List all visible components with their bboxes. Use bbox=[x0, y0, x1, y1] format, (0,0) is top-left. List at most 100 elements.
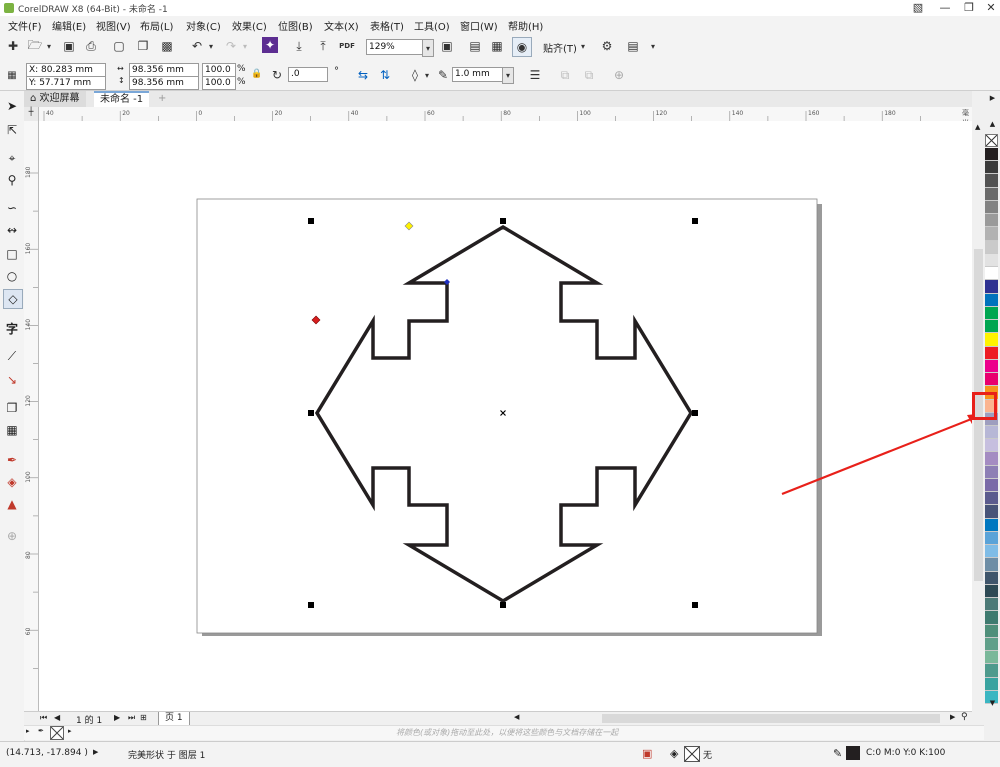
palette-swatch[interactable] bbox=[985, 531, 998, 546]
palette-swatch[interactable] bbox=[985, 558, 998, 572]
mirror-vertical-icon[interactable]: ⇅ bbox=[376, 66, 394, 84]
palette-swatch[interactable] bbox=[985, 200, 998, 215]
launcher-icon[interactable]: ▤ bbox=[624, 37, 642, 55]
selection-handle-top-left[interactable] bbox=[308, 218, 314, 224]
shape-tool-icon[interactable]: ⇱ bbox=[3, 121, 21, 139]
palette-swatch[interactable] bbox=[985, 478, 998, 493]
menu-tools[interactable]: 工具(O) bbox=[414, 18, 450, 33]
palette-swatch[interactable] bbox=[985, 187, 998, 201]
palette-swatch[interactable] bbox=[985, 161, 998, 175]
first-page-icon[interactable]: ⏮ bbox=[40, 713, 47, 723]
drawing-canvas[interactable] bbox=[39, 121, 972, 711]
palette-swatch[interactable] bbox=[985, 651, 998, 665]
export-icon[interactable]: ⤒ bbox=[314, 37, 332, 55]
selection-handle-bottom-right[interactable] bbox=[692, 602, 698, 608]
fill-bucket-icon[interactable]: ◈ bbox=[670, 747, 678, 760]
scale-width-field[interactable]: 100.0 bbox=[202, 63, 236, 77]
add-page-icon[interactable]: ⊞ bbox=[140, 713, 147, 722]
interactive-fill-tool-icon[interactable]: ◈ bbox=[3, 473, 21, 491]
artistic-media-tool-icon[interactable]: ↭ bbox=[3, 221, 21, 239]
fill-none-swatch[interactable] bbox=[684, 746, 700, 762]
snap-dropdown-icon[interactable]: ▾ bbox=[578, 37, 588, 55]
outline-width-field[interactable]: 1.0 mm bbox=[452, 67, 504, 82]
cut-icon[interactable]: ▢ bbox=[110, 37, 128, 55]
outline-color-swatch[interactable] bbox=[846, 746, 860, 760]
doc-palette-eyedropper-icon[interactable]: ✒ bbox=[38, 727, 44, 735]
palette-swatch[interactable] bbox=[985, 227, 998, 241]
selection-handle-top-right[interactable] bbox=[692, 218, 698, 224]
palette-swatch[interactable] bbox=[985, 253, 998, 268]
ruler-origin-icon[interactable]: ┼ bbox=[24, 107, 39, 122]
snap-to-button[interactable]: 贴齐(T) bbox=[543, 40, 577, 55]
add-property-icon[interactable]: ⊕ bbox=[610, 66, 628, 84]
selection-handle-top[interactable] bbox=[500, 218, 506, 224]
palette-swatch[interactable] bbox=[985, 518, 998, 532]
menu-text[interactable]: 文本(X) bbox=[324, 18, 359, 33]
print-icon[interactable]: ⎙ bbox=[82, 37, 100, 55]
vertical-ruler[interactable]: 180 160 140 120 100 80 60 bbox=[24, 121, 39, 711]
menu-table[interactable]: 表格(T) bbox=[370, 18, 404, 33]
selection-handle-right[interactable] bbox=[692, 410, 698, 416]
account-icon[interactable]: ▧ bbox=[905, 0, 931, 16]
menu-edit[interactable]: 编辑(E) bbox=[52, 18, 86, 33]
menu-effects[interactable]: 效果(C) bbox=[232, 18, 267, 33]
menu-object[interactable]: 对象(C) bbox=[186, 18, 221, 33]
smart-fill-tool-icon[interactable]: ▲ bbox=[3, 495, 21, 513]
palette-swatch[interactable] bbox=[985, 293, 998, 307]
menu-help[interactable]: 帮助(H) bbox=[508, 18, 543, 33]
rectangle-tool-icon[interactable]: □ bbox=[3, 245, 21, 263]
text-tool-icon[interactable]: 字 bbox=[3, 319, 21, 337]
undo-icon[interactable]: ↶ bbox=[188, 37, 206, 55]
palette-swatch[interactable] bbox=[985, 174, 998, 188]
zoom-tool-icon[interactable]: ⚲ bbox=[3, 171, 21, 189]
save-icon[interactable]: ▣ bbox=[60, 37, 78, 55]
paste-icon[interactable]: ▩ bbox=[158, 37, 176, 55]
doc-palette-expand-icon[interactable]: ▸ bbox=[68, 727, 72, 735]
transparency-tool-icon[interactable]: ▦ bbox=[3, 421, 21, 439]
menu-window[interactable]: 窗口(W) bbox=[460, 18, 498, 33]
object-width-field[interactable]: 98.356 mm bbox=[129, 63, 199, 77]
outline-pen-status-icon[interactable]: ✎ bbox=[833, 747, 842, 760]
palette-swatch[interactable] bbox=[985, 545, 998, 559]
minimize-button[interactable]: — bbox=[932, 0, 958, 16]
open-dropdown-icon[interactable]: ▾ bbox=[44, 37, 54, 55]
selection-handle-left[interactable] bbox=[308, 410, 314, 416]
palette-swatch[interactable] bbox=[985, 492, 998, 506]
palette-swatch[interactable] bbox=[985, 598, 998, 612]
palette-swatch[interactable] bbox=[985, 373, 998, 387]
freehand-tool-icon[interactable]: ∽ bbox=[3, 199, 21, 217]
color-proof-icon[interactable]: ▣ bbox=[642, 747, 652, 760]
close-button[interactable]: ✕ bbox=[978, 0, 1000, 16]
palette-swatch[interactable] bbox=[985, 571, 998, 585]
drop-shadow-tool-icon[interactable]: ❐ bbox=[3, 399, 21, 417]
tab-welcome[interactable]: ⌂ 欢迎屏幕 bbox=[24, 91, 86, 107]
copy-icon[interactable]: ❐ bbox=[134, 37, 152, 55]
palette-swatch[interactable] bbox=[985, 306, 998, 321]
horizontal-scroll-thumb[interactable] bbox=[602, 714, 940, 723]
mirror-horizontal-icon[interactable]: ⇆ bbox=[354, 66, 372, 84]
options-gear-icon[interactable]: ⚙ bbox=[598, 37, 616, 55]
palette-swatch[interactable] bbox=[985, 320, 998, 334]
palette-swatch[interactable] bbox=[985, 240, 998, 254]
last-page-icon[interactable]: ⏭ bbox=[128, 713, 135, 723]
connector-tool-icon[interactable]: ↘ bbox=[3, 371, 21, 389]
import-icon[interactable]: ⤓ bbox=[290, 37, 308, 55]
lock-ratio-icon[interactable]: 🔒 bbox=[251, 69, 262, 79]
status-expand-icon[interactable]: ▶ bbox=[93, 748, 98, 756]
palette-swatch[interactable] bbox=[985, 148, 998, 162]
object-origin-icon[interactable]: ▦ bbox=[3, 66, 21, 84]
undo-dropdown-icon[interactable]: ▾ bbox=[206, 37, 216, 55]
palette-swatch[interactable] bbox=[985, 637, 998, 652]
palette-swatch[interactable] bbox=[985, 280, 998, 294]
new-tab-icon[interactable]: + bbox=[152, 91, 172, 107]
palette-swatch[interactable] bbox=[985, 267, 998, 281]
pick-tool-icon[interactable]: ➤ bbox=[3, 97, 21, 115]
outline-width-dropdown-icon[interactable]: ▾ bbox=[502, 67, 514, 84]
next-page-icon[interactable]: ▶ bbox=[114, 713, 120, 722]
full-screen-icon[interactable]: ▣ bbox=[438, 37, 456, 55]
menu-file[interactable]: 文件(F) bbox=[8, 18, 42, 33]
zoom-dropdown-icon[interactable]: ▾ bbox=[422, 39, 434, 57]
doc-palette-none-swatch[interactable] bbox=[50, 726, 64, 740]
page-tab[interactable]: 页 1 bbox=[158, 712, 190, 726]
launcher-dropdown-icon[interactable]: ▾ bbox=[648, 37, 658, 55]
